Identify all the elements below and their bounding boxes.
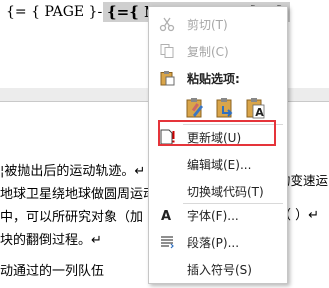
menu-item-label: 剪切(T) bbox=[187, 18, 228, 32]
scissors-icon bbox=[159, 16, 175, 32]
body-line: 地球卫星绕地球做圆周运动 bbox=[0, 187, 157, 202]
body-line: 动通过的一列队伍 bbox=[0, 264, 105, 279]
highlight-box bbox=[158, 120, 276, 146]
paragraph-icon bbox=[159, 234, 175, 250]
body-line: 中，可以所研究对象（加 bbox=[0, 210, 144, 225]
menu-item-label: 字体(F)... bbox=[187, 209, 239, 223]
body-line: ¦被抛出后的运动轨迹。↵ bbox=[0, 164, 146, 179]
menu-item-label: 切换域代码(T) bbox=[187, 185, 264, 199]
menu-item-label: 编辑域(E)... bbox=[187, 158, 252, 172]
paste-text-only-button[interactable]: A bbox=[245, 97, 265, 119]
menu-item-insert-symbol[interactable]: 插入符号(S) bbox=[149, 258, 287, 280]
menu-item-label: 插入符号(S) bbox=[187, 263, 252, 277]
menu-item-label: 复制(C) bbox=[187, 45, 229, 59]
font-icon: A bbox=[159, 207, 175, 224]
menu-item-font[interactable]: A 字体(F)... bbox=[149, 204, 287, 226]
menu-item-paragraph[interactable]: 段落(P)... bbox=[149, 231, 287, 253]
copy-icon bbox=[159, 43, 175, 59]
svg-text:A: A bbox=[255, 106, 264, 119]
menu-item-toggle-field-codes[interactable]: 切换域代码(T) bbox=[149, 180, 287, 202]
menu-item-label: 粘贴选项: bbox=[187, 72, 240, 86]
menu-item-cut[interactable]: 剪切(T) bbox=[149, 13, 287, 35]
paste-merge-format-button[interactable] bbox=[215, 97, 235, 119]
menu-item-paste-options: 粘贴选项: bbox=[149, 67, 287, 89]
body-line: 块的翻倒过程。↵ bbox=[0, 233, 102, 248]
paste-keep-source-button[interactable] bbox=[185, 97, 205, 119]
menu-item-edit-field[interactable]: 编辑域(E)... bbox=[149, 153, 287, 175]
menu-item-copy[interactable]: 复制(C) bbox=[149, 40, 287, 62]
clipboard-icon bbox=[159, 70, 175, 86]
svg-text:A: A bbox=[161, 209, 171, 223]
menu-item-label: 段落(P)... bbox=[187, 236, 240, 250]
